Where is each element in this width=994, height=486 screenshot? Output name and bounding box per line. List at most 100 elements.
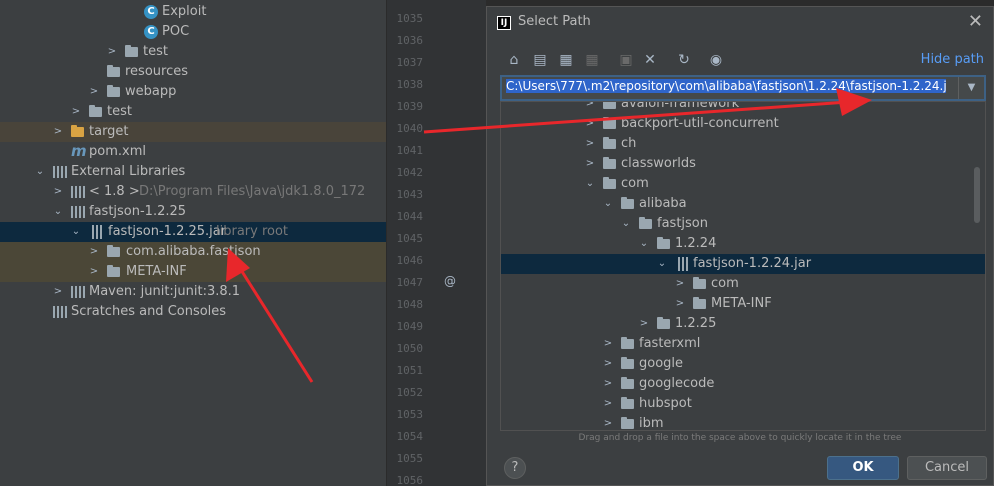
home-icon[interactable]: ⌂: [505, 51, 523, 69]
file-tree-item[interactable]: > com: [501, 274, 985, 294]
file-tree-item[interactable]: > ibm: [501, 414, 985, 430]
file-tree-label: googlecode: [639, 376, 715, 391]
path-field[interactable]: C:\Users\777\.m2\repository\com\alibaba\…: [500, 75, 986, 101]
chevron-right-icon[interactable]: >: [70, 102, 82, 122]
chevron-right-icon[interactable]: >: [88, 262, 100, 282]
chevron-right-icon[interactable]: >: [88, 242, 100, 262]
file-tree-item[interactable]: > fasterxml: [501, 334, 985, 354]
desktop-icon[interactable]: ▤: [531, 51, 549, 69]
module-folder-icon[interactable]: ▦: [583, 51, 601, 69]
folder-icon: [693, 277, 706, 289]
tree-item-package[interactable]: > com.alibaba.fastjson: [0, 242, 386, 262]
chevron-down-icon[interactable]: ⌄: [656, 254, 668, 274]
tree-item-resources[interactable]: resources: [0, 62, 386, 82]
file-tree-item[interactable]: > META-INF: [501, 294, 985, 314]
project-folder-icon[interactable]: ▦: [557, 51, 575, 69]
path-input[interactable]: C:\Users\777\.m2\repository\com\alibaba\…: [506, 79, 946, 97]
tree-item-scratches[interactable]: Scratches and Consoles: [0, 302, 386, 322]
refresh-icon[interactable]: ↻: [675, 51, 693, 69]
annotation-marker-icon[interactable]: @: [444, 274, 456, 288]
tree-item-label: fastjson-1.2.25.jar: [108, 224, 227, 239]
ok-button[interactable]: OK: [827, 456, 899, 480]
package-icon: [107, 245, 120, 257]
file-tree-item[interactable]: ⌄ fastjson-1.2.24.jar: [501, 254, 985, 274]
hide-path-link[interactable]: Hide path: [921, 52, 984, 67]
chevron-down-icon[interactable]: ⌄: [602, 194, 614, 214]
dialog-titlebar: IJ Select Path ✕: [487, 7, 993, 39]
file-tree-item[interactable]: ⌄ 1.2.24: [501, 234, 985, 254]
chevron-right-icon[interactable]: >: [52, 282, 64, 302]
delete-icon[interactable]: ✕: [641, 51, 659, 69]
chevron-right-icon[interactable]: >: [584, 114, 596, 134]
file-tree-item[interactable]: > googlecode: [501, 374, 985, 394]
chevron-right-icon[interactable]: >: [584, 102, 596, 114]
folder-icon: [603, 177, 616, 189]
tree-item-test-root[interactable]: > test: [0, 102, 386, 122]
file-tree-label: hubspot: [639, 396, 692, 411]
folder-icon: [621, 337, 634, 349]
file-tree-item[interactable]: > hubspot: [501, 394, 985, 414]
file-tree-item[interactable]: > avalon-framework: [501, 101, 985, 114]
chevron-down-icon[interactable]: ⌄: [70, 222, 82, 242]
file-tree-item[interactable]: ⌄ alibaba: [501, 194, 985, 214]
chevron-right-icon[interactable]: >: [106, 42, 118, 62]
close-icon[interactable]: ✕: [968, 11, 983, 32]
line-number: 1039: [396, 100, 424, 113]
chevron-down-icon[interactable]: ⌄: [638, 234, 650, 254]
tree-item-target[interactable]: > target: [0, 122, 386, 142]
file-tree-item[interactable]: > ch: [501, 134, 985, 154]
chevron-right-icon[interactable]: >: [52, 182, 64, 202]
tree-item-poc[interactable]: C POC: [0, 22, 386, 42]
tree-item-path: D:\Program Files\Java\jdk1.8.0_172: [139, 184, 366, 199]
folder-icon: [107, 85, 120, 97]
chevron-down-icon[interactable]: ⌄: [34, 162, 46, 182]
file-tree-item[interactable]: > classworlds: [501, 154, 985, 174]
chevron-right-icon[interactable]: >: [602, 414, 614, 430]
tree-item-test[interactable]: > test: [0, 42, 386, 62]
chevron-right-icon[interactable]: >: [638, 314, 650, 334]
tree-item-fastjson-lib[interactable]: ⌄ fastjson-1.2.25: [0, 202, 386, 222]
project-tree-panel: C Exploit C POC > test resources > webap…: [0, 0, 386, 486]
line-number: 1056: [396, 474, 424, 486]
folder-icon: [657, 237, 670, 249]
file-tree-item[interactable]: >1.2.25: [501, 314, 985, 334]
folder-icon: [89, 105, 102, 117]
tree-item-exploit[interactable]: C Exploit: [0, 2, 386, 22]
folder-icon: [125, 45, 138, 57]
tree-item-fastjson-jar[interactable]: ⌄ fastjson-1.2.25.jar library root: [0, 222, 386, 242]
scrollbar[interactable]: [974, 167, 980, 223]
file-tree-item[interactable]: > google: [501, 354, 985, 374]
tree-item-jdk[interactable]: > < 1.8 > D:\Program Files\Java\jdk1.8.0…: [0, 182, 386, 202]
chevron-down-icon[interactable]: ⌄: [620, 214, 632, 234]
chevron-right-icon[interactable]: >: [602, 334, 614, 354]
file-tree-label: com: [711, 276, 739, 291]
file-tree-label: avalon-framework: [621, 101, 740, 111]
line-number: 1042: [396, 166, 424, 179]
chevron-right-icon[interactable]: >: [674, 294, 686, 314]
file-tree-item[interactable]: ⌄ fastjson: [501, 214, 985, 234]
tree-item-webapp[interactable]: > webapp: [0, 82, 386, 102]
chevron-down-icon[interactable]: ▼: [958, 77, 984, 99]
show-hidden-icon[interactable]: ◉: [707, 51, 725, 69]
chevron-down-icon[interactable]: ⌄: [52, 202, 64, 222]
help-button[interactable]: ?: [504, 457, 526, 479]
chevron-right-icon[interactable]: >: [602, 374, 614, 394]
chevron-right-icon[interactable]: >: [584, 134, 596, 154]
cancel-button[interactable]: Cancel: [907, 456, 987, 480]
tree-item-pom[interactable]: m pom.xml: [0, 142, 386, 162]
drag-drop-hint: Drag and drop a file into the space abov…: [578, 433, 902, 443]
file-tree-item[interactable]: > backport-util-concurrent: [501, 114, 985, 134]
tree-item-meta-inf[interactable]: > META-INF: [0, 262, 386, 282]
line-number: 1040: [396, 122, 424, 135]
chevron-right-icon[interactable]: >: [674, 274, 686, 294]
file-tree-item[interactable]: ⌄ com: [501, 174, 985, 194]
tree-item-external-libraries[interactable]: ⌄ External Libraries: [0, 162, 386, 182]
tree-item-maven-junit[interactable]: > Maven: junit:junit:3.8.1: [0, 282, 386, 302]
chevron-right-icon[interactable]: >: [88, 82, 100, 102]
chevron-right-icon[interactable]: >: [602, 394, 614, 414]
new-folder-icon[interactable]: ▣: [617, 51, 635, 69]
chevron-right-icon[interactable]: >: [584, 154, 596, 174]
chevron-right-icon[interactable]: >: [52, 122, 64, 142]
chevron-down-icon[interactable]: ⌄: [584, 174, 596, 194]
chevron-right-icon[interactable]: >: [602, 354, 614, 374]
